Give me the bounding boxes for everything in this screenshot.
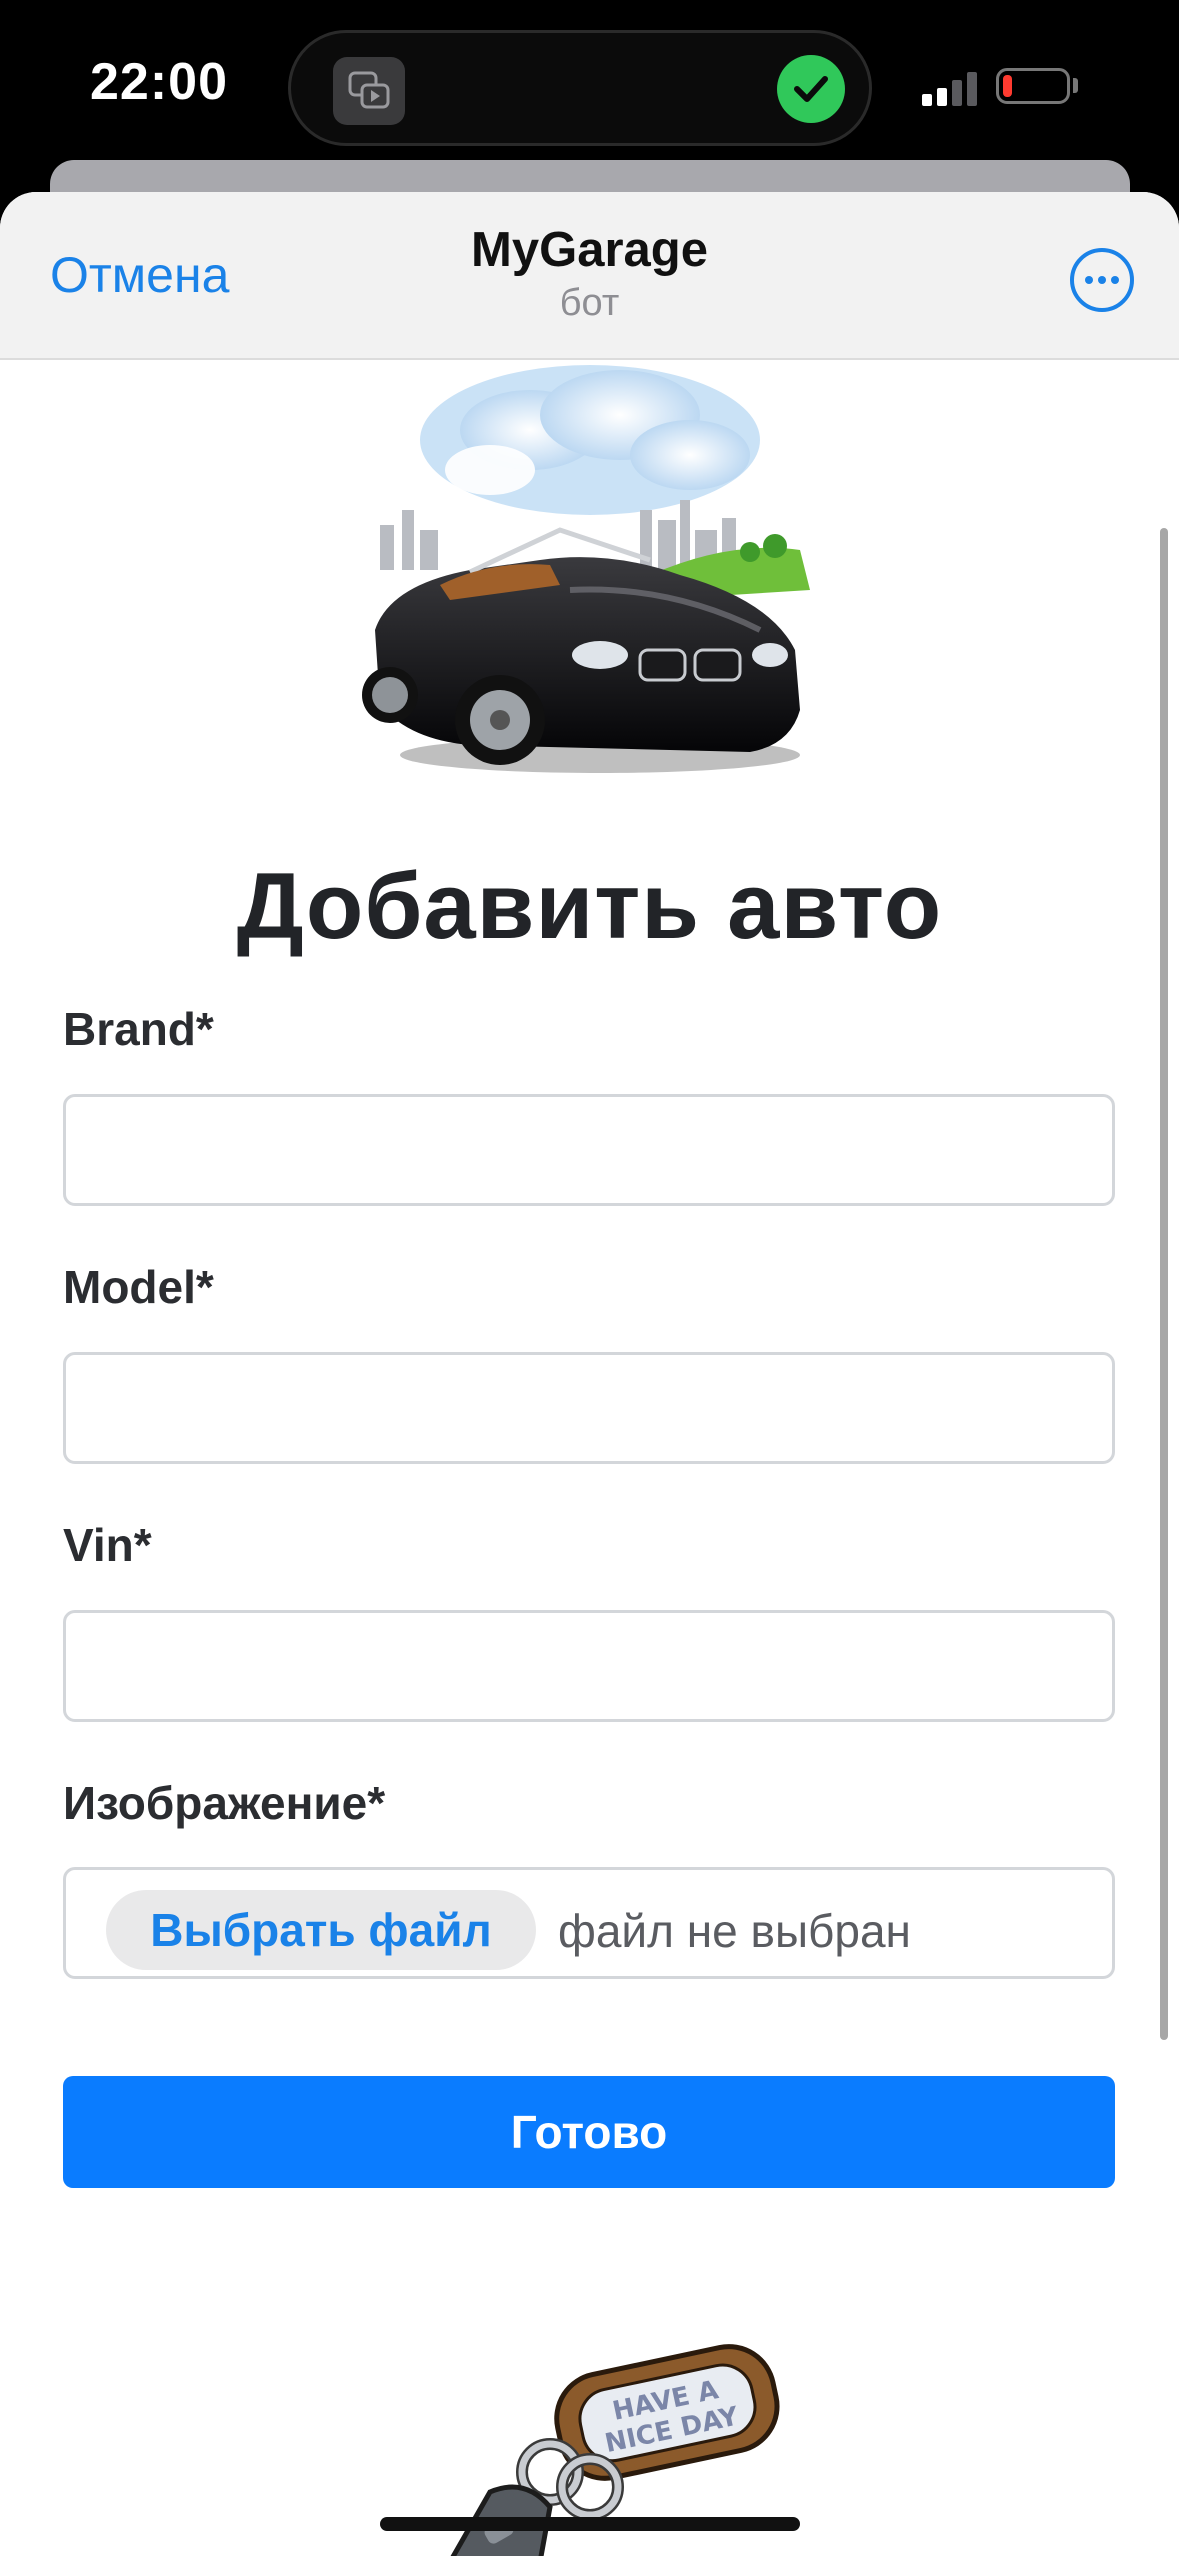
image-file-input[interactable]: Выбрать файл файл не выбран — [63, 1867, 1115, 1979]
vin-label: Vin* — [63, 1519, 152, 1571]
checkmark-icon — [777, 55, 845, 123]
brand-input[interactable] — [63, 1094, 1115, 1206]
convertible-car-illustration — [362, 365, 810, 773]
more-ellipsis-icon[interactable] — [1070, 248, 1134, 312]
file-status: файл не выбран — [558, 1905, 911, 1957]
bot-subtitle: бот — [559, 282, 620, 324]
dynamic-island[interactable] — [288, 30, 872, 146]
cellular-signal-icon — [922, 70, 982, 106]
sheet-header: Отмена MyGarage бот — [0, 192, 1179, 360]
vin-input[interactable] — [63, 1610, 1115, 1722]
page-title: Добавить авто — [236, 853, 943, 958]
image-label: Изображение* — [63, 1777, 386, 1829]
brand-label: Brand* — [63, 1003, 214, 1055]
model-input[interactable] — [63, 1352, 1115, 1464]
status-bar: 22:00 — [0, 0, 1179, 180]
webapp-sheet: Отмена MyGarage бот Добавить авто Brand*… — [0, 192, 1179, 2556]
choose-file-button[interactable]: Выбрать файл — [106, 1890, 536, 1970]
battery-cap — [1073, 78, 1078, 93]
status-time: 22:00 — [90, 53, 228, 111]
done-button[interactable]: Готово — [63, 2076, 1115, 2188]
home-indicator[interactable] — [380, 2517, 800, 2531]
scrollbar[interactable] — [1160, 528, 1168, 2040]
screen-mirroring-icon — [333, 57, 405, 125]
battery-low-icon — [996, 68, 1070, 104]
model-label: Model* — [63, 1261, 214, 1313]
bot-title: MyGarage — [471, 223, 708, 277]
